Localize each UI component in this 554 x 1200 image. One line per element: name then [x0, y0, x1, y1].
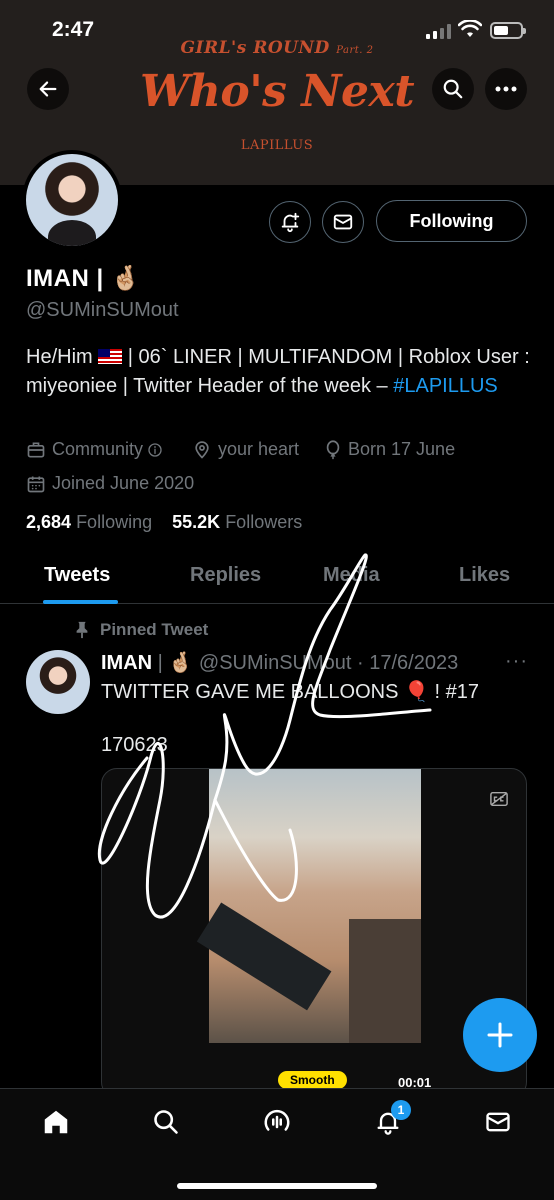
info-icon[interactable]: [147, 442, 163, 458]
battery-icon: [490, 22, 526, 39]
search-icon: [154, 1110, 178, 1134]
profile-name: IMAN | 🤞🏼: [26, 265, 142, 292]
back-arrow-icon: [39, 81, 57, 97]
envelope-icon: [486, 1112, 510, 1132]
more-dots-icon: [495, 86, 517, 92]
bell-plus-icon: [281, 212, 300, 233]
notifications-button[interactable]: [269, 201, 311, 243]
profile-avatar[interactable]: [22, 150, 122, 250]
nav-search[interactable]: [149, 1105, 183, 1139]
profile-location: your heart: [192, 439, 299, 460]
location-pin-icon: [195, 440, 209, 459]
malaysia-flag-icon: [98, 349, 123, 364]
tab-replies[interactable]: Replies: [190, 564, 261, 587]
compose-tweet-button[interactable]: [463, 998, 537, 1072]
tweet-author-name[interactable]: IMAN: [101, 652, 152, 674]
bottom-navigation: 1: [0, 1088, 554, 1200]
profile-tabs: Tweets Replies Media Likes: [0, 556, 554, 604]
home-indicator: [177, 1183, 377, 1189]
avatar: [26, 154, 118, 246]
tweet-more-button[interactable]: ···: [505, 650, 528, 673]
tweet-video[interactable]: Smooth 00:01: [101, 768, 527, 1098]
status-bar: 2:47: [0, 0, 554, 56]
balloon-icon: [326, 439, 340, 459]
tweet-text: TWITTER GAVE ME BALLOONS 🎈 ! #17: [101, 681, 479, 703]
tweet-handle-date: @SUMinSUMout · 17/6/2023: [198, 652, 459, 674]
nav-spaces[interactable]: [260, 1105, 294, 1139]
cellular-signal-icon: [426, 23, 452, 39]
profile-joined: Joined June 2020: [26, 473, 194, 494]
notification-badge: 1: [391, 1100, 411, 1120]
profile-birthday: Born 17 June: [324, 439, 455, 460]
plus-icon: [487, 1022, 513, 1048]
nav-home[interactable]: [39, 1105, 73, 1139]
tab-likes[interactable]: Likes: [459, 564, 510, 587]
profile-stats: 2,684 Following 55.2K Followers: [26, 512, 302, 533]
tab-media[interactable]: Media: [323, 564, 380, 587]
nav-notifications[interactable]: 1: [371, 1100, 411, 1139]
briefcase-icon: [27, 442, 45, 457]
followers-count-link[interactable]: 55.2K Followers: [172, 512, 302, 532]
calendar-icon: [27, 476, 45, 492]
spaces-icon: [264, 1110, 290, 1131]
search-icon: [443, 79, 463, 99]
status-time: 2:47: [52, 18, 95, 41]
bio-hashtag-link[interactable]: #LAPILLUS: [393, 375, 498, 397]
profile-category: Community: [26, 439, 169, 460]
back-button[interactable]: [27, 68, 69, 110]
following-count-link[interactable]: 2,684 Following: [26, 512, 152, 532]
active-tab-indicator: [43, 600, 118, 604]
captions-icon[interactable]: [490, 791, 508, 807]
following-button[interactable]: Following: [376, 200, 527, 242]
wifi-icon: [458, 20, 482, 37]
envelope-icon: [333, 214, 353, 230]
tweet-avatar[interactable]: [26, 650, 90, 714]
tweet-header: IMAN | 🤞🏼 @SUMinSUMout · 17/6/2023: [101, 652, 459, 674]
tab-tweets[interactable]: Tweets: [44, 564, 110, 587]
search-button[interactable]: [432, 68, 474, 110]
more-options-button[interactable]: [485, 68, 527, 110]
home-icon: [44, 1110, 68, 1134]
pinned-tweet-label: Pinned Tweet: [74, 620, 208, 640]
tweet-text-line2: 170623: [101, 734, 168, 756]
profile-bio: He/Him | 06` LINER | MULTIFANDOM | Roblo…: [26, 346, 530, 397]
smooth-badge: Smooth: [278, 1071, 347, 1089]
nav-messages[interactable]: [481, 1105, 515, 1139]
video-frame: [196, 769, 421, 1043]
profile-handle: @SUMinSUMout: [26, 299, 179, 321]
message-button[interactable]: [322, 201, 364, 243]
pin-icon: [76, 621, 88, 639]
